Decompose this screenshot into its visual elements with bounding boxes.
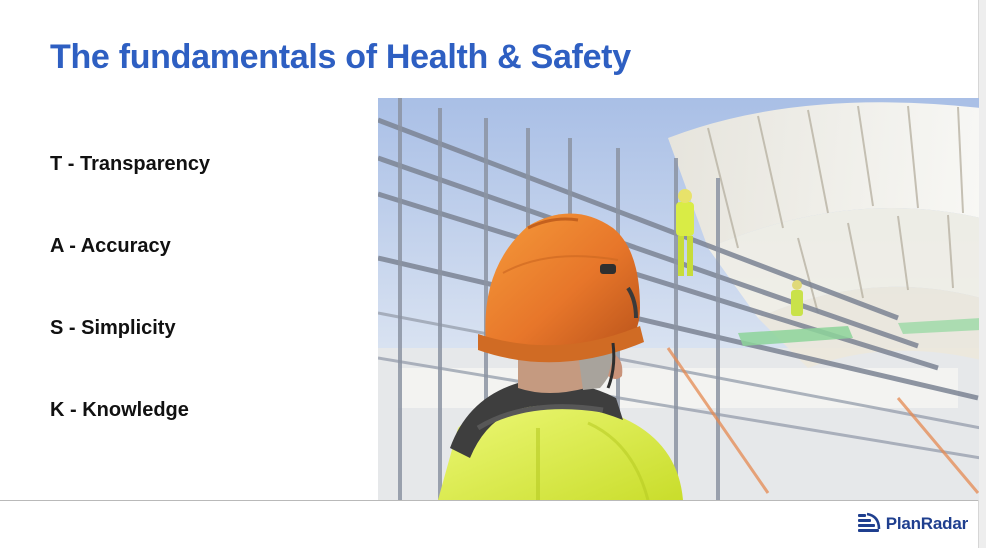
slide-title: The fundamentals of Health & Safety (50, 38, 631, 76)
planradar-logo: PlanRadar (857, 512, 968, 536)
planradar-logo-icon (857, 512, 881, 532)
point-accuracy: A - Accuracy (50, 235, 171, 257)
window-edge (979, 0, 986, 548)
slide-footer (0, 501, 978, 548)
point-transparency: T - Transparency (50, 153, 211, 175)
point-simplicity: S - Simplicity (50, 317, 176, 339)
slide: The fundamentals of Health & Safety T - … (0, 0, 981, 548)
construction-worker-photo (378, 98, 981, 500)
brand-name: PlanRadar (885, 514, 968, 533)
point-knowledge: K - Knowledge (50, 399, 189, 421)
